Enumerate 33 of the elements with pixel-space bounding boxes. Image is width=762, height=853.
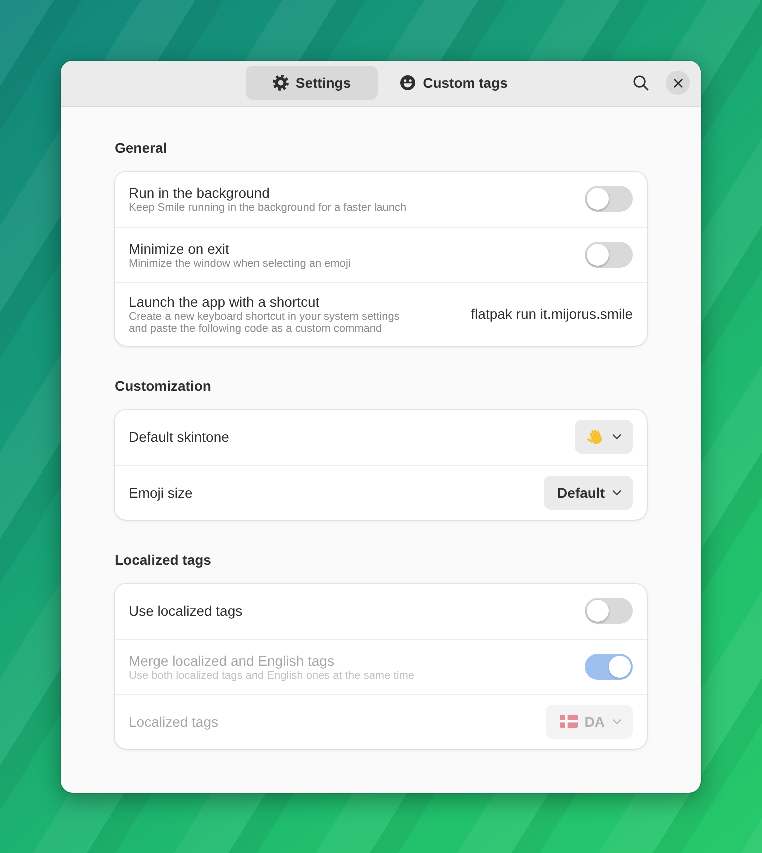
flag-icon bbox=[560, 715, 578, 728]
row-title: Run in the background bbox=[129, 184, 271, 202]
view-tab[interactable]: Settings bbox=[246, 66, 378, 100]
toggle-switch[interactable] bbox=[585, 598, 633, 624]
waving-hand-icon bbox=[587, 428, 605, 446]
command-text: flatpak run it.mijorus.smile bbox=[471, 306, 633, 322]
toggle-switch[interactable] bbox=[585, 242, 633, 268]
view-tab[interactable]: Custom tags bbox=[388, 66, 520, 100]
row-subtitle: Minimize the window when selecting an emoji bbox=[129, 258, 352, 270]
caret-icon bbox=[612, 490, 622, 496]
row-title: Merge localized and English tags bbox=[129, 652, 336, 670]
smiley-icon bbox=[400, 75, 416, 91]
row-title: Minimize on exit bbox=[129, 240, 230, 258]
skintone-dropdown[interactable] bbox=[575, 420, 633, 454]
row-title: Launch the app with a shortcut bbox=[129, 293, 321, 311]
row-title: Emoji size bbox=[129, 484, 194, 502]
section-heading: Customization bbox=[115, 376, 212, 394]
close-button[interactable] bbox=[666, 71, 690, 95]
toggle-switch[interactable] bbox=[585, 186, 633, 212]
row-title: Default skintone bbox=[129, 428, 230, 446]
row-subtitle: Create a new keyboard shortcut in your system settings and paste the following code as a custom command bbox=[129, 311, 401, 335]
caret-icon bbox=[612, 434, 622, 440]
size-dropdown[interactable]: Default bbox=[544, 476, 633, 510]
section-heading: General bbox=[115, 138, 168, 156]
section-heading: Localized tags bbox=[115, 550, 212, 568]
row-subtitle: Use both localized tags and English ones at the same time bbox=[129, 670, 416, 682]
search-icon bbox=[633, 75, 649, 91]
row-title: Localized tags bbox=[129, 712, 220, 730]
row-subtitle: Keep Smile running in the background for a faster launch bbox=[129, 202, 408, 214]
row-title: Use localized tags bbox=[129, 602, 244, 620]
gear-icon bbox=[272, 75, 289, 91]
caret-icon bbox=[612, 718, 622, 724]
close-icon bbox=[674, 78, 682, 88]
